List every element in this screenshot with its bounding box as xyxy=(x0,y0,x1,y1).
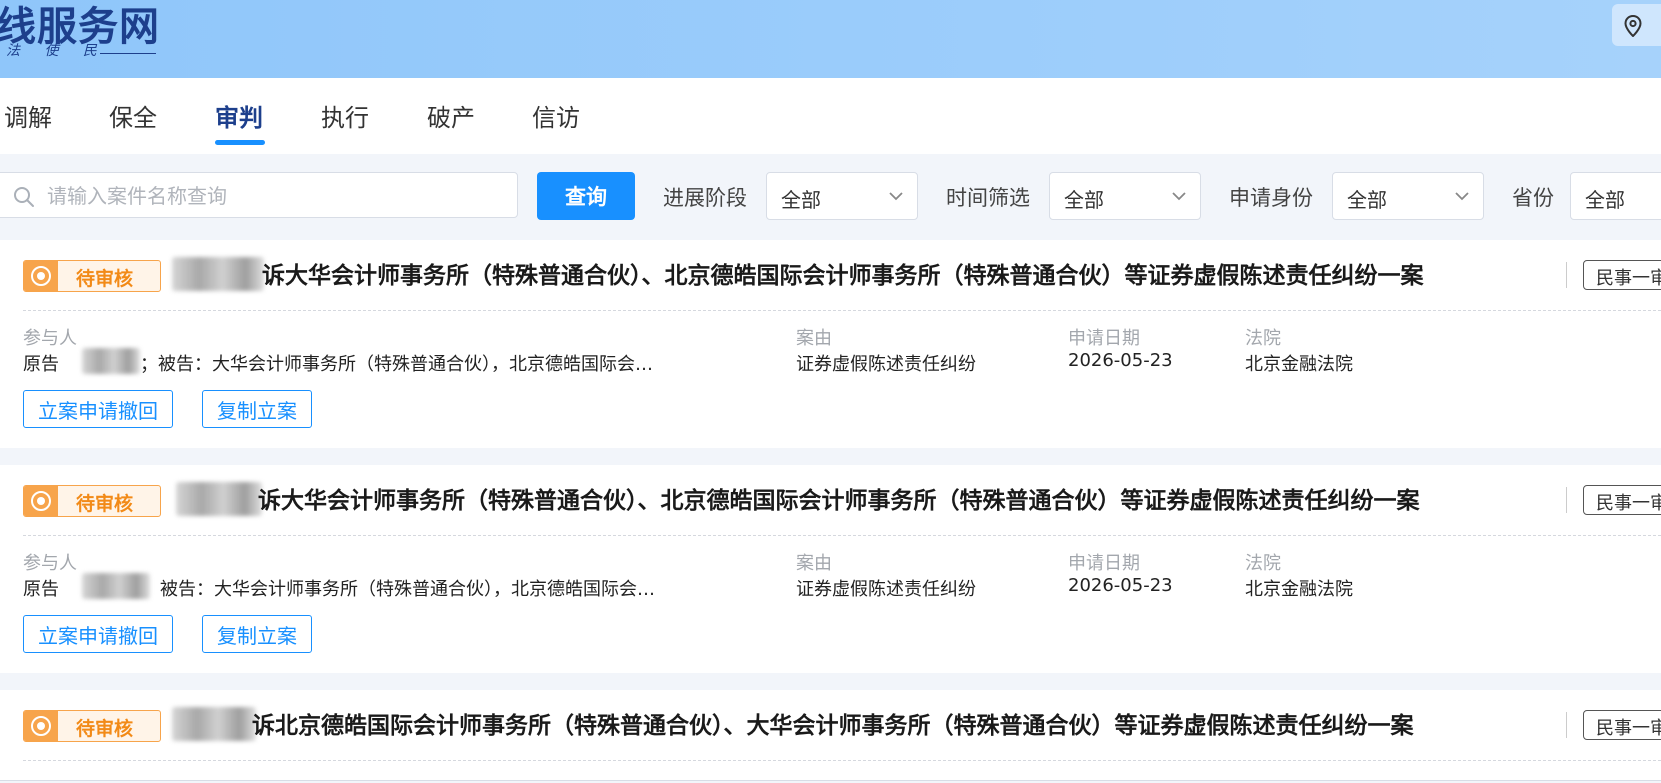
case-type-tag: 民事一审 xyxy=(1583,485,1661,515)
province-filter-label: 省份 xyxy=(1512,186,1554,210)
progress-filter-select[interactable]: 全部 xyxy=(766,172,918,220)
case-card: 待审核 诉大华会计师事务所（特殊普通合伙）、北京德皓国际会计师事务所（特殊普通合… xyxy=(0,240,1661,448)
tab-petition[interactable]: 信访 xyxy=(532,98,580,133)
divider xyxy=(0,780,1661,781)
location-pin-icon xyxy=(1624,15,1642,37)
date-label: 申请日期 xyxy=(1068,553,1140,574)
tab-trial[interactable]: 审判 xyxy=(215,98,263,133)
participants-value: 被告：大华会计师事务所（特殊普通合伙），北京德皓国际会… xyxy=(160,579,655,600)
date-value: 2026-05-23 xyxy=(1068,575,1173,596)
divider xyxy=(23,760,1661,761)
identity-filter-label: 申请身份 xyxy=(1229,186,1313,210)
withdraw-filing-button[interactable]: 立案申请撤回 xyxy=(23,615,173,653)
participants-prefix: 原告 xyxy=(23,579,59,600)
tab-bankruptcy[interactable]: 破产 xyxy=(427,98,475,133)
participants-prefix: 原告 xyxy=(23,354,59,375)
chevron-down-icon xyxy=(1455,192,1469,201)
location-selector[interactable] xyxy=(1612,4,1661,46)
divider xyxy=(23,310,1661,311)
active-tab-indicator xyxy=(215,140,265,145)
court-value: 北京金融法院 xyxy=(1245,354,1353,375)
province-filter-value: 全部 xyxy=(1585,188,1625,212)
search-input[interactable] xyxy=(45,179,489,213)
tab-preservation[interactable]: 保全 xyxy=(109,98,157,133)
case-title[interactable]: 诉大华会计师事务所（特殊普通合伙）、北京德皓国际会计师事务所（特殊普通合伙）等证… xyxy=(258,481,1420,515)
search-field xyxy=(0,172,518,218)
time-filter-value: 全部 xyxy=(1064,188,1104,212)
cause-value: 证券虚假陈述责任纠纷 xyxy=(796,354,976,375)
court-label: 法院 xyxy=(1245,553,1281,574)
site-header: 线服务网 法 使 民 xyxy=(0,0,1661,78)
pending-clock-icon xyxy=(31,491,51,511)
redacted-plaintiff xyxy=(82,573,150,599)
copy-filing-button[interactable]: 复制立案 xyxy=(202,390,312,428)
chevron-down-icon xyxy=(889,192,903,201)
tab-mediation[interactable]: 调解 xyxy=(4,98,52,133)
status-badge: 待审核 xyxy=(23,485,161,517)
status-badge: 待审核 xyxy=(23,260,161,292)
case-card: 待审核 诉北京德皓国际会计师事务所（特殊普通合伙）、大华会计师事务所（特殊普通合… xyxy=(0,690,1661,780)
tab-execution[interactable]: 执行 xyxy=(321,98,369,133)
progress-filter-label: 进展阶段 xyxy=(663,186,747,210)
site-logo-subtitle: 法 使 民 xyxy=(6,43,107,59)
case-title[interactable]: 诉北京德皓国际会计师事务所（特殊普通合伙）、大华会计师事务所（特殊普通合伙）等证… xyxy=(252,706,1414,740)
participants-label: 参与人 xyxy=(23,553,77,574)
case-card: 待审核 诉大华会计师事务所（特殊普通合伙）、北京德皓国际会计师事务所（特殊普通合… xyxy=(0,465,1661,673)
date-value: 2026-05-23 xyxy=(1068,350,1173,371)
progress-filter-value: 全部 xyxy=(781,188,821,212)
date-label: 申请日期 xyxy=(1068,328,1140,349)
court-label: 法院 xyxy=(1245,328,1281,349)
cause-label: 案由 xyxy=(796,553,832,574)
redacted-plaintiff-name xyxy=(172,257,264,291)
time-filter-select[interactable]: 全部 xyxy=(1049,172,1201,220)
status-text: 待审核 xyxy=(76,718,134,740)
cause-label: 案由 xyxy=(796,328,832,349)
divider xyxy=(23,535,1661,536)
status-text: 待审核 xyxy=(76,493,134,515)
status-text: 待审核 xyxy=(76,268,134,290)
identity-filter-value: 全部 xyxy=(1347,188,1387,212)
cause-value: 证券虚假陈述责任纠纷 xyxy=(796,579,976,600)
case-title[interactable]: 诉大华会计师事务所（特殊普通合伙）、北京德皓国际会计师事务所（特殊普通合伙）等证… xyxy=(262,256,1424,290)
province-filter-select[interactable]: 全部 xyxy=(1570,172,1661,220)
pending-clock-icon xyxy=(31,716,51,736)
participants-label: 参与人 xyxy=(23,328,77,349)
query-button[interactable]: 查询 xyxy=(537,172,635,220)
case-type-tag: 民事一审 xyxy=(1583,260,1661,290)
participants-value: ；被告：大华会计师事务所（特殊普通合伙），北京德皓国际会… xyxy=(140,354,653,375)
case-type-tag: 民事一审 xyxy=(1583,710,1661,740)
chevron-down-icon xyxy=(1172,192,1186,201)
copy-filing-button[interactable]: 复制立案 xyxy=(202,615,312,653)
withdraw-filing-button[interactable]: 立案申请撤回 xyxy=(23,390,173,428)
redacted-plaintiff-name xyxy=(172,707,256,741)
pending-clock-icon xyxy=(31,266,51,286)
search-icon xyxy=(14,187,34,207)
status-badge: 待审核 xyxy=(23,710,161,742)
court-value: 北京金融法院 xyxy=(1245,579,1353,600)
redacted-plaintiff xyxy=(82,348,140,374)
time-filter-label: 时间筛选 xyxy=(946,186,1030,210)
logo-divider xyxy=(100,53,156,54)
main-tabs: 调解 保全 审判 执行 破产 信访 xyxy=(0,78,1661,154)
identity-filter-select[interactable]: 全部 xyxy=(1332,172,1484,220)
redacted-plaintiff-name xyxy=(176,482,262,516)
